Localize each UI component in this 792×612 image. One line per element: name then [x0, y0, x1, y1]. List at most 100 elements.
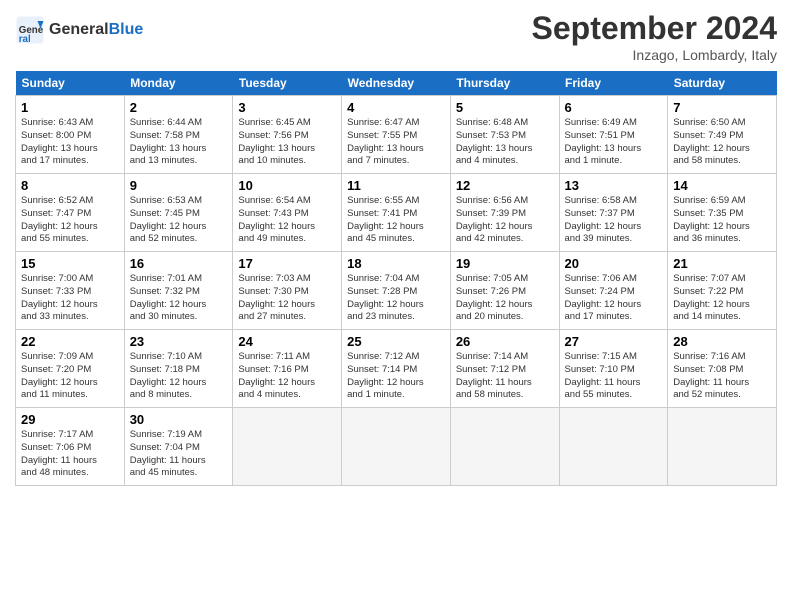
day-info: Sunrise: 7:09 AM Sunset: 7:20 PM Dayligh… — [21, 351, 119, 402]
day-info: Sunrise: 6:48 AM Sunset: 7:53 PM Dayligh… — [456, 117, 554, 168]
col-header-monday: Monday — [124, 71, 233, 96]
calendar-table: SundayMondayTuesdayWednesdayThursdayFrid… — [15, 71, 777, 486]
day-cell-29: 29 Sunrise: 7:17 AM Sunset: 7:06 PM Dayli… — [16, 408, 125, 486]
day-info: Sunrise: 7:10 AM Sunset: 7:18 PM Dayligh… — [130, 351, 228, 402]
day-cell-2: 2Sunrise: 6:44 AM Sunset: 7:58 PM Daylig… — [124, 96, 233, 174]
day-cell-empty — [450, 408, 559, 486]
day-info: Sunrise: 7:19 AM Sunset: 7:04 PM Dayligh… — [130, 429, 228, 480]
day-info: Sunrise: 6:58 AM Sunset: 7:37 PM Dayligh… — [565, 195, 663, 246]
day-number: 7 — [673, 100, 771, 115]
day-cell-10: 10Sunrise: 6:54 AM Sunset: 7:43 PM Dayli… — [233, 174, 342, 252]
day-number: 8 — [21, 178, 119, 193]
day-number: 23 — [130, 334, 228, 349]
day-number: 13 — [565, 178, 663, 193]
week-row-1: 1 Sunrise: 6:43 AM Sunset: 8:00 PM Daylig… — [16, 96, 777, 174]
page-container: Gene ral GeneralBlue September 2024 Inza… — [0, 0, 792, 496]
day-info: Sunrise: 7:07 AM Sunset: 7:22 PM Dayligh… — [673, 273, 771, 324]
day-cell-22: 22 Sunrise: 7:09 AM Sunset: 7:20 PM Dayli… — [16, 330, 125, 408]
col-header-thursday: Thursday — [450, 71, 559, 96]
day-number: 21 — [673, 256, 771, 271]
day-cell-19: 19 Sunrise: 7:05 AM Sunset: 7:26 PM Dayli… — [450, 252, 559, 330]
day-info: Sunrise: 6:49 AM Sunset: 7:51 PM Dayligh… — [565, 117, 663, 168]
day-number: 3 — [238, 100, 336, 115]
day-info: Sunrise: 6:55 AM Sunset: 7:41 PM Dayligh… — [347, 195, 445, 246]
day-cell-16: 16Sunrise: 7:01 AM Sunset: 7:32 PM Dayli… — [124, 252, 233, 330]
day-number: 10 — [238, 178, 336, 193]
week-row-3: 15 Sunrise: 7:00 AM Sunset: 7:33 PM Dayli… — [16, 252, 777, 330]
week-row-5: 29 Sunrise: 7:17 AM Sunset: 7:06 PM Dayli… — [16, 408, 777, 486]
day-number: 20 — [565, 256, 663, 271]
day-number: 19 — [456, 256, 554, 271]
day-cell-3: 3Sunrise: 6:45 AM Sunset: 7:56 PM Daylig… — [233, 96, 342, 174]
title-block: September 2024 Inzago, Lombardy, Italy — [532, 10, 777, 63]
day-cell-13: 13 Sunrise: 6:58 AM Sunset: 7:37 PM Dayli… — [559, 174, 668, 252]
day-info: Sunrise: 7:17 AM Sunset: 7:06 PM Dayligh… — [21, 429, 119, 480]
day-cell-empty — [342, 408, 451, 486]
day-info: Sunrise: 7:00 AM Sunset: 7:33 PM Dayligh… — [21, 273, 119, 324]
day-cell-26: 26 Sunrise: 7:14 AM Sunset: 7:12 PM Dayli… — [450, 330, 559, 408]
day-number: 24 — [238, 334, 336, 349]
day-cell-empty — [559, 408, 668, 486]
day-cell-17: 17 Sunrise: 7:03 AM Sunset: 7:30 PM Dayli… — [233, 252, 342, 330]
month-title: September 2024 — [532, 10, 777, 47]
day-number: 14 — [673, 178, 771, 193]
day-cell-24: 24Sunrise: 7:11 AM Sunset: 7:16 PM Dayli… — [233, 330, 342, 408]
day-number: 15 — [21, 256, 119, 271]
day-cell-14: 14 Sunrise: 6:59 AM Sunset: 7:35 PM Dayli… — [668, 174, 777, 252]
day-cell-4: 4 Sunrise: 6:47 AM Sunset: 7:55 PM Daylig… — [342, 96, 451, 174]
day-info: Sunrise: 7:06 AM Sunset: 7:24 PM Dayligh… — [565, 273, 663, 324]
day-cell-23: 23 Sunrise: 7:10 AM Sunset: 7:18 PM Dayli… — [124, 330, 233, 408]
day-number: 27 — [565, 334, 663, 349]
day-cell-18: 18 Sunrise: 7:04 AM Sunset: 7:28 PM Dayli… — [342, 252, 451, 330]
week-row-2: 8 Sunrise: 6:52 AM Sunset: 7:47 PM Daylig… — [16, 174, 777, 252]
day-number: 17 — [238, 256, 336, 271]
day-cell-25: 25Sunrise: 7:12 AM Sunset: 7:14 PM Dayli… — [342, 330, 451, 408]
day-number: 11 — [347, 178, 445, 193]
day-number: 2 — [130, 100, 228, 115]
day-info: Sunrise: 7:14 AM Sunset: 7:12 PM Dayligh… — [456, 351, 554, 402]
day-info: Sunrise: 6:56 AM Sunset: 7:39 PM Dayligh… — [456, 195, 554, 246]
day-number: 22 — [21, 334, 119, 349]
day-cell-15: 15 Sunrise: 7:00 AM Sunset: 7:33 PM Dayli… — [16, 252, 125, 330]
day-cell-11: 11 Sunrise: 6:55 AM Sunset: 7:41 PM Dayli… — [342, 174, 451, 252]
day-cell-empty — [233, 408, 342, 486]
logo-icon: Gene ral — [15, 15, 45, 45]
day-cell-21: 21 Sunrise: 7:07 AM Sunset: 7:22 PM Dayli… — [668, 252, 777, 330]
day-number: 6 — [565, 100, 663, 115]
week-row-4: 22 Sunrise: 7:09 AM Sunset: 7:20 PM Dayli… — [16, 330, 777, 408]
day-number: 12 — [456, 178, 554, 193]
day-cell-9: 9Sunrise: 6:53 AM Sunset: 7:45 PM Daylig… — [124, 174, 233, 252]
col-header-friday: Friday — [559, 71, 668, 96]
day-number: 29 — [21, 412, 119, 427]
col-header-sunday: Sunday — [16, 71, 125, 96]
day-cell-8: 8 Sunrise: 6:52 AM Sunset: 7:47 PM Daylig… — [16, 174, 125, 252]
day-cell-12: 12 Sunrise: 6:56 AM Sunset: 7:39 PM Dayli… — [450, 174, 559, 252]
day-cell-1: 1 Sunrise: 6:43 AM Sunset: 8:00 PM Daylig… — [16, 96, 125, 174]
day-number: 1 — [21, 100, 119, 115]
day-number: 5 — [456, 100, 554, 115]
day-info: Sunrise: 6:47 AM Sunset: 7:55 PM Dayligh… — [347, 117, 445, 168]
col-header-wednesday: Wednesday — [342, 71, 451, 96]
day-info: Sunrise: 7:05 AM Sunset: 7:26 PM Dayligh… — [456, 273, 554, 324]
day-info: Sunrise: 6:50 AM Sunset: 7:49 PM Dayligh… — [673, 117, 771, 168]
day-info: Sunrise: 7:16 AM Sunset: 7:08 PM Dayligh… — [673, 351, 771, 402]
day-cell-5: 5 Sunrise: 6:48 AM Sunset: 7:53 PM Daylig… — [450, 96, 559, 174]
day-info: Sunrise: 6:52 AM Sunset: 7:47 PM Dayligh… — [21, 195, 119, 246]
day-info: Sunrise: 7:15 AM Sunset: 7:10 PM Dayligh… — [565, 351, 663, 402]
day-info: Sunrise: 7:03 AM Sunset: 7:30 PM Dayligh… — [238, 273, 336, 324]
day-number: 16 — [130, 256, 228, 271]
location: Inzago, Lombardy, Italy — [532, 47, 777, 63]
day-cell-7: 7 Sunrise: 6:50 AM Sunset: 7:49 PM Daylig… — [668, 96, 777, 174]
day-number: 26 — [456, 334, 554, 349]
day-number: 9 — [130, 178, 228, 193]
day-number: 28 — [673, 334, 771, 349]
day-info: Sunrise: 6:43 AM Sunset: 8:00 PM Dayligh… — [21, 117, 119, 168]
day-info: Sunrise: 7:04 AM Sunset: 7:28 PM Dayligh… — [347, 273, 445, 324]
logo: Gene ral GeneralBlue — [15, 15, 143, 45]
svg-text:ral: ral — [19, 34, 31, 45]
day-number: 18 — [347, 256, 445, 271]
day-cell-6: 6 Sunrise: 6:49 AM Sunset: 7:51 PM Daylig… — [559, 96, 668, 174]
day-number: 30 — [130, 412, 228, 427]
day-info: Sunrise: 6:59 AM Sunset: 7:35 PM Dayligh… — [673, 195, 771, 246]
day-number: 4 — [347, 100, 445, 115]
